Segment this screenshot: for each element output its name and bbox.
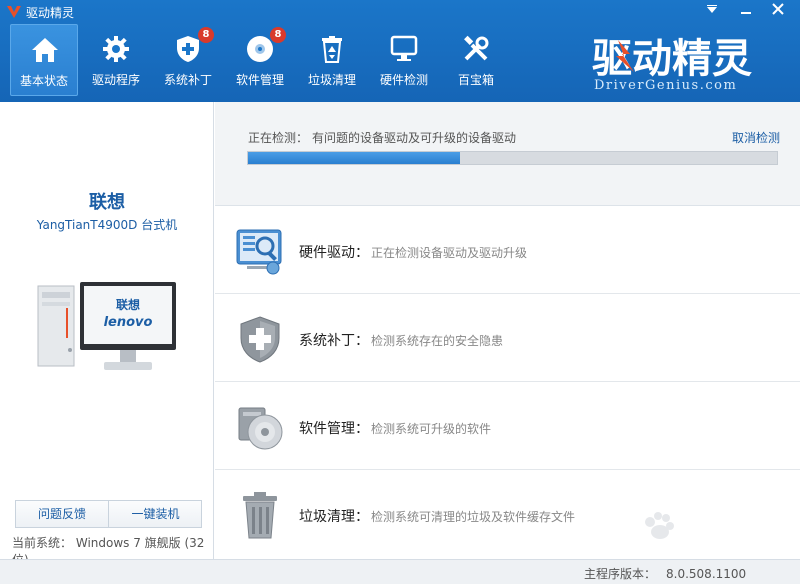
left-panel: 联想 YangTianT4900D 台式机 联想 lenovo 问题反馈 一键装… <box>0 102 214 567</box>
home-icon <box>32 38 58 62</box>
scan-item-system-patch[interactable]: 系统补丁： 检测系统存在的安全隐患 <box>215 294 800 382</box>
screen-brand-cn: 联想 <box>116 297 140 312</box>
scan-item-hint: 正在检测设备驱动及驱动升级 <box>371 246 528 260</box>
brand-logo-text: 驱动精灵 <box>592 36 752 78</box>
app-title: 驱动精灵 <box>26 6 75 20</box>
scan-status-label: 正在检测： <box>248 131 309 145</box>
version-value: 8.0.508.1100 <box>666 567 747 581</box>
left-button-row: 问题反馈 一键装机 <box>15 500 202 528</box>
nav-label: 基本状态 <box>19 74 68 88</box>
nav-label: 垃圾清理 <box>307 73 356 87</box>
version-label: 主程序版本： <box>584 567 657 581</box>
software-disc-icon <box>238 407 283 450</box>
scan-item-hint: 检测系统可升级的软件 <box>371 422 492 436</box>
scan-item-name: 垃圾清理： <box>299 509 369 525</box>
nav-cleanup[interactable]: 垃圾清理 <box>298 24 366 96</box>
computer-model: YangTianT4900D 台式机 <box>36 218 178 232</box>
one-click-install-button[interactable]: 一键装机 <box>109 501 202 527</box>
monitor-icon <box>390 35 418 61</box>
scan-item-software[interactable]: 软件管理： 检测系统可升级的软件 <box>215 382 800 470</box>
hardware-scan-icon <box>236 229 282 275</box>
minimize-button[interactable] <box>734 2 758 22</box>
scan-item-hardware-driver[interactable]: 硬件驱动： 正在检测设备驱动及驱动升级 <box>215 206 800 294</box>
scan-progress-fill <box>248 152 460 164</box>
screen-brand-en: lenovo <box>104 315 153 330</box>
nav-label: 百宝箱 <box>457 73 494 87</box>
driver-genius-logo: 驱动精灵 <box>592 36 752 78</box>
recycle-bin-icon <box>322 36 342 63</box>
menu-dropdown-button[interactable] <box>700 2 724 22</box>
close-button[interactable] <box>766 2 790 22</box>
system-label: 当前系统： <box>12 536 73 550</box>
top-bar: 驱动精灵 基本状态 驱动程序 8 系统补丁 8 软件管理 垃圾清理 硬件检测 百… <box>0 0 800 102</box>
computer-illustration: 联想 lenovo <box>37 282 176 370</box>
title-bar: 驱动精灵 <box>0 0 800 24</box>
app-logo-icon <box>7 6 21 18</box>
scan-status-area: 正在检测： 有问题的设备驱动及可升级的设备驱动 取消检测 <box>215 102 800 206</box>
gear-icon <box>103 36 129 62</box>
tools-icon <box>464 35 489 61</box>
program-version: 主程序版本： 8.0.508.1100 <box>584 565 746 582</box>
scan-status-desc: 有问题的设备驱动及可升级的设备驱动 <box>312 131 517 145</box>
computer-brand: 联想 <box>89 192 125 213</box>
cancel-scan-link[interactable]: 取消检测 <box>732 129 780 146</box>
nav-hardware[interactable]: 硬件检测 <box>370 24 438 96</box>
nav-basic-status[interactable]: 基本状态 <box>10 24 78 96</box>
nav-toolbox[interactable]: 百宝箱 <box>442 24 510 96</box>
shield-icon <box>240 316 280 363</box>
right-panel: 正在检测： 有问题的设备驱动及可升级的设备驱动 取消检测 硬件驱动： 正在检测设备驱… <box>215 102 800 559</box>
nav-label: 软件管理 <box>235 73 284 87</box>
close-icon <box>772 3 784 15</box>
nav-driver[interactable]: 驱动程序 <box>82 24 150 96</box>
status-bar: 主程序版本： 8.0.508.1100 <box>0 559 800 584</box>
scan-item-text: 软件管理： 检测系统可升级的软件 <box>299 418 491 438</box>
chevron-down-icon <box>707 5 717 13</box>
nav-label: 系统补丁 <box>163 73 212 87</box>
scan-item-hint: 检测系统存在的安全隐患 <box>371 334 504 348</box>
scan-item-text: 硬件驱动： 正在检测设备驱动及驱动升级 <box>299 242 527 262</box>
feedback-button[interactable]: 问题反馈 <box>16 501 109 527</box>
scan-item-text: 系统补丁： 检测系统存在的安全隐患 <box>299 330 503 350</box>
patch-count-badge: 8 <box>198 27 214 43</box>
scan-progress-bar <box>247 151 778 165</box>
nav-label: 驱动程序 <box>91 73 140 87</box>
nav-label: 硬件检测 <box>379 73 428 87</box>
scan-item-name: 软件管理： <box>299 421 369 437</box>
brand-website: DriverGenius.com <box>594 78 738 93</box>
scan-item-text: 垃圾清理： 检测系统可清理的垃圾及软件缓存文件 <box>299 506 575 526</box>
scan-status: 正在检测： 有问题的设备驱动及可升级的设备驱动 <box>248 129 516 146</box>
scan-item-name: 硬件驱动： <box>299 245 369 261</box>
nav-software[interactable]: 8 软件管理 <box>226 24 294 96</box>
scan-item-hint: 检测系统可清理的垃圾及软件缓存文件 <box>371 510 576 524</box>
minimize-icon <box>741 12 751 14</box>
watermark-logo <box>645 512 674 539</box>
trash-icon <box>243 492 277 539</box>
nav-system-patch[interactable]: 8 系统补丁 <box>154 24 222 96</box>
software-count-badge: 8 <box>270 27 286 43</box>
scan-item-name: 系统补丁： <box>299 333 369 349</box>
